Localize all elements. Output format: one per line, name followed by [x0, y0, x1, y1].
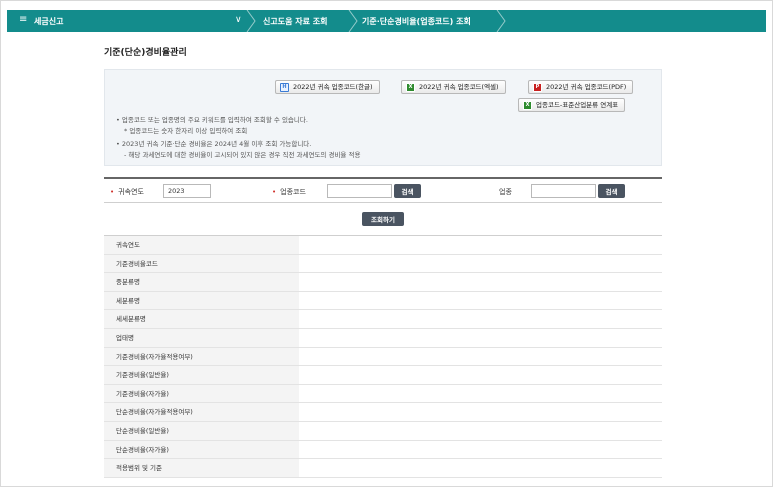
pdf-file-icon: P — [533, 83, 542, 92]
nav-home-label[interactable]: 세금신고 — [34, 16, 63, 27]
row-value — [299, 254, 662, 273]
table-row: 단순경비율(자가율) — [104, 440, 662, 460]
year-label: • 귀속연도 — [110, 188, 144, 196]
table-row: 세세분류명 — [104, 310, 662, 329]
row-value — [299, 291, 662, 310]
breadcrumb-item-2[interactable]: 기준·단순경비율(업종코드) 조회 — [362, 10, 471, 32]
row-value — [299, 403, 662, 421]
row-header: 중분류명 — [104, 273, 299, 291]
industry-code-label: • 업종코드 — [272, 188, 306, 196]
hamburger-menu-icon[interactable]: ≡ — [19, 14, 27, 25]
industry-code-input[interactable] — [327, 184, 392, 198]
table-row: 기준경비율코드 — [104, 254, 662, 274]
row-value — [299, 236, 662, 254]
chevron-down-icon[interactable]: ∨ — [235, 15, 242, 25]
search-form: •귀속연도 •업종코드 검색 업종 검색 — [104, 177, 662, 203]
row-header: 단순경비율(자가율) — [104, 440, 299, 459]
row-header: 기준경비율(일반율) — [104, 366, 299, 384]
row-header: 적용범위 및 기준 — [104, 459, 299, 477]
breadcrumb-item-1[interactable]: 신고도움 자료 조회 — [263, 10, 327, 32]
note-line: - 해당 과세연도에 대한 경비율이 고시되어 있지 않은 경우 직전 과세연도… — [124, 151, 361, 159]
result-table: 귀속연도 기준경비율코드 중분류명 세분류명 세세분류명 업태명 기준경비율(자가율적용여부… — [104, 235, 662, 478]
note-line: * 업종코드는 숫자 한자리 이상 입력하여 조회 — [124, 127, 248, 135]
top-nav-bar: ≡ 세금신고 ∨ 신고도움 자료 조회 기준·단순경비율(업종코드) 조회 — [7, 10, 766, 32]
required-mark: • — [110, 188, 115, 196]
row-header: 기준경비율(자가율) — [104, 384, 299, 403]
table-row: 중분류명 — [104, 273, 662, 292]
note-line: • 업종코드 또는 업종명의 주요 키워드를 입력하여 조회할 수 있습니다. — [116, 116, 308, 124]
row-header: 세분류명 — [104, 291, 299, 310]
row-value — [299, 328, 662, 347]
table-row: 적용범위 및 기준 — [104, 459, 662, 478]
table-row: 업태명 — [104, 328, 662, 348]
download-link-table-button[interactable]: X 업종코드-표준산업분류 연계표 — [518, 98, 626, 112]
table-row: 귀속연도 — [104, 236, 662, 255]
row-header: 업태명 — [104, 328, 299, 347]
download-excel-button[interactable]: X 2022년 귀속 업종코드(엑셀) — [401, 80, 506, 94]
excel-file-icon: X — [523, 101, 532, 110]
row-value — [299, 347, 662, 366]
row-value — [299, 440, 662, 459]
query-button[interactable]: 조회하기 — [362, 212, 404, 226]
required-mark: • — [272, 188, 277, 196]
download-pdf-button[interactable]: P 2022년 귀속 업종코드(PDF) — [528, 80, 634, 94]
table-row: 단순경비율(일반율) — [104, 421, 662, 441]
download-pdf-label: 2022년 귀속 업종코드(PDF) — [546, 83, 627, 91]
row-value — [299, 273, 662, 291]
table-row: 기준경비율(일반율) — [104, 366, 662, 385]
table-row: 세분류명 — [104, 291, 662, 311]
download-hwp-button[interactable]: H 2022년 귀속 업종코드(한글) — [275, 80, 380, 94]
industry-name-input[interactable] — [531, 184, 596, 198]
download-excel-label: 2022년 귀속 업종코드(엑셀) — [419, 83, 499, 91]
row-header: 귀속연도 — [104, 236, 299, 254]
table-row: 기준경비율(자가율적용여부) — [104, 347, 662, 367]
table-row: 기준경비율(자가율) — [104, 384, 662, 404]
row-value — [299, 459, 662, 477]
row-header: 기준경비율(자가율적용여부) — [104, 347, 299, 366]
row-value — [299, 384, 662, 403]
note-line: • 2023년 귀속 기준·단순 경비율은 2024년 4월 이후 조회 가능합… — [116, 140, 312, 148]
row-value — [299, 310, 662, 328]
download-hwp-label: 2022년 귀속 업종코드(한글) — [293, 83, 373, 91]
row-header: 세세분류명 — [104, 310, 299, 328]
row-header: 기준경비율코드 — [104, 254, 299, 273]
row-value — [299, 421, 662, 440]
download-link-table-label: 업종코드-표준산업분류 연계표 — [536, 101, 619, 109]
row-value — [299, 366, 662, 384]
industry-name-search-button[interactable]: 검색 — [598, 184, 625, 198]
hwp-file-icon: H — [280, 83, 289, 92]
year-input[interactable] — [163, 184, 211, 198]
industry-code-search-button[interactable]: 검색 — [394, 184, 421, 198]
row-header: 단순경비율(일반율) — [104, 421, 299, 440]
industry-name-label: 업종 — [499, 188, 512, 196]
info-box: H 2022년 귀속 업종코드(한글) X 2022년 귀속 업종코드(엑셀) … — [104, 69, 662, 166]
page-title: 기준(단순)경비율관리 — [104, 48, 187, 58]
table-row: 단순경비율(자가율적용여부) — [104, 403, 662, 422]
row-header: 단순경비율(자가율적용여부) — [104, 403, 299, 421]
excel-file-icon: X — [406, 83, 415, 92]
